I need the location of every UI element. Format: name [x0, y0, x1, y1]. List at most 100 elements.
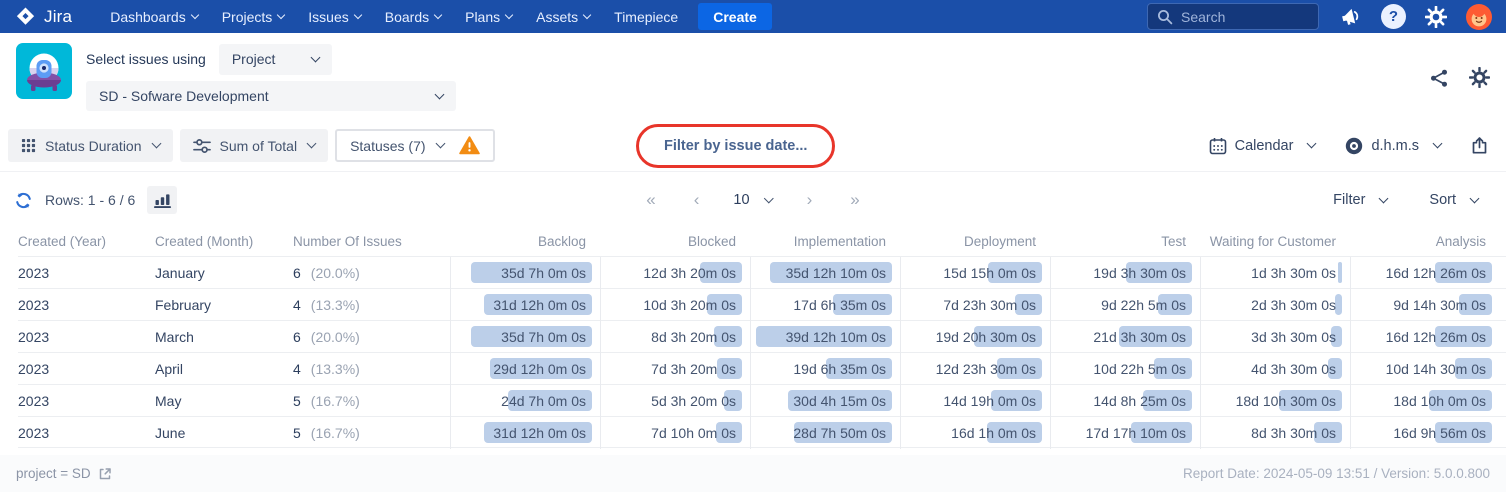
- export-button[interactable]: [1471, 136, 1488, 155]
- nav-item-projects[interactable]: Projects: [222, 9, 285, 25]
- statuses-label: Statuses (7): [350, 138, 425, 154]
- duration-cell: 12d 3h 20m 0s: [600, 257, 750, 289]
- duration-cell: 10d 14h 30m 0s: [1350, 353, 1500, 385]
- issue-count: 4: [293, 361, 301, 377]
- nav-item-label: Boards: [385, 9, 429, 25]
- jira-logo[interactable]: Jira: [14, 5, 72, 28]
- next-page-button[interactable]: ›: [803, 190, 817, 210]
- announcements-icon[interactable]: [1338, 5, 1362, 29]
- duration-value: 16d 12h 26m 0s: [1386, 329, 1486, 345]
- nav-item-dashboards[interactable]: Dashboards: [110, 9, 198, 25]
- jql-link[interactable]: project = SD: [16, 466, 112, 481]
- duration-cell: 31d 12h 0m 0s: [450, 417, 600, 449]
- sort-button[interactable]: Sort: [1429, 192, 1478, 208]
- date-filter-wrap: Filter by issue date...: [664, 137, 807, 155]
- chevron-down-icon: [307, 139, 317, 149]
- chevron-down-icon: [1379, 193, 1389, 203]
- duration-cell: 9d 14h 30m 0s: [1350, 289, 1500, 321]
- duration-cell: 14d 8h 25m 0s: [1050, 385, 1200, 417]
- chevron-down-icon: [434, 10, 442, 18]
- avatar[interactable]: [1466, 4, 1492, 30]
- duration-cell: 31d 12h 0m 0s: [450, 289, 600, 321]
- search-input[interactable]: [1181, 9, 1301, 25]
- duration-cell: 1d 3h 30m 0s: [1200, 257, 1350, 289]
- duration-value: 7d 23h 30m 0s: [943, 297, 1036, 313]
- duration-cell: 16d 12h 26m 0s: [1350, 257, 1500, 289]
- time-format-button[interactable]: d.h.m.s: [1345, 137, 1441, 155]
- report-actions: [1429, 67, 1490, 88]
- report-header: Select issues using Project SD - Sofware…: [0, 33, 1506, 121]
- duration-cell: 19d 3h 30m 0s: [1050, 257, 1200, 289]
- filter-button[interactable]: Filter: [1333, 192, 1387, 208]
- table-row: 2023March6(20.0%)35d 7h 0m 0s8d 3h 20m 0…: [18, 320, 1506, 352]
- duration-cell: 7d 3h 20m 0s: [600, 353, 750, 385]
- duration-value: 12d 3h 20m 0s: [643, 265, 736, 281]
- report-settings-gear-icon[interactable]: [1469, 67, 1490, 88]
- grid-icon: [21, 138, 36, 153]
- chart-view-button[interactable]: [147, 186, 177, 214]
- month-cell: June: [155, 417, 293, 449]
- duration-value: 10d 3h 20m 0s: [643, 297, 736, 313]
- search-box[interactable]: [1147, 3, 1319, 30]
- aggregation-button[interactable]: Sum of Total: [180, 129, 329, 162]
- duration-value: 35d 12h 10m 0s: [786, 265, 886, 281]
- duration-value: 15d 15h 0m 0s: [943, 265, 1036, 281]
- column-header: Implementation: [750, 234, 900, 249]
- last-page-button[interactable]: »: [846, 190, 863, 210]
- duration-cell: 17d 6h 35m 0s: [750, 289, 900, 321]
- nav-menu: Dashboards Projects Issues Boards Plans Asset…: [110, 9, 678, 25]
- eye-target-icon: [1345, 137, 1363, 155]
- refresh-icon[interactable]: [14, 191, 33, 210]
- column-header: Number Of Issues: [293, 234, 450, 249]
- create-button[interactable]: Create: [698, 3, 772, 30]
- duration-cell: 19d 6h 35m 0s: [750, 353, 900, 385]
- issue-source-controls: Select issues using Project SD - Sofware…: [86, 43, 456, 111]
- duration-cell: 29d 12h 0m 0s: [450, 353, 600, 385]
- first-page-button[interactable]: «: [642, 190, 659, 210]
- filter-label: Filter: [1333, 192, 1365, 208]
- duration-value: 24d 7h 0m 0s: [501, 393, 586, 409]
- report-type-button[interactable]: Status Duration: [8, 129, 173, 162]
- duration-cell: 18d 10h 0m 0s: [1350, 385, 1500, 417]
- nav-item-boards[interactable]: Boards: [385, 9, 441, 25]
- statuses-button[interactable]: Statuses (7): [335, 129, 494, 162]
- duration-value: 5d 3h 20m 0s: [651, 393, 736, 409]
- duration-cell: 35d 12h 10m 0s: [750, 257, 900, 289]
- duration-value: 12d 23h 30m 0s: [936, 361, 1036, 377]
- nav-item-label: Timepiece: [614, 9, 678, 25]
- duration-cell: 10d 22h 5m 0s: [1050, 353, 1200, 385]
- issue-source-dropdown[interactable]: Project: [219, 44, 332, 75]
- duration-value: 16d 1h 0m 0s: [951, 425, 1036, 441]
- nav-item-timepiece[interactable]: Timepiece: [614, 9, 678, 25]
- duration-value: 21d 3h 30m 0s: [1093, 329, 1186, 345]
- nav-item-issues[interactable]: Issues: [308, 9, 360, 25]
- report-type-label: Status Duration: [45, 138, 142, 154]
- duration-value: 14d 19h 0m 0s: [943, 393, 1036, 409]
- chevron-down-icon: [151, 139, 161, 149]
- share-icon[interactable]: [1429, 68, 1449, 88]
- nav-item-plans[interactable]: Plans: [465, 9, 512, 25]
- duration-value: 19d 6h 35m 0s: [793, 361, 886, 377]
- nav-item-assets[interactable]: Assets: [536, 9, 590, 25]
- pagination-controls: « ‹ 10 › »: [642, 190, 863, 210]
- chevron-down-icon: [435, 139, 445, 149]
- duration-value: 19d 3h 30m 0s: [1093, 265, 1186, 281]
- year-cell: 2023: [18, 321, 155, 353]
- gear-icon[interactable]: [1425, 6, 1447, 28]
- nav-item-label: Assets: [536, 9, 578, 25]
- page-size-select[interactable]: 10: [733, 192, 772, 208]
- year-cell: 2023: [18, 385, 155, 417]
- issue-count-cell: 4(13.3%): [293, 289, 450, 321]
- calendar-view-button[interactable]: Calendar: [1209, 137, 1316, 155]
- nav-item-label: Plans: [465, 9, 500, 25]
- duration-cell: 28d 7h 50m 0s: [750, 417, 900, 449]
- help-icon[interactable]: ?: [1381, 4, 1406, 29]
- project-dropdown[interactable]: SD - Sofware Development: [86, 81, 456, 111]
- month-cell: March: [155, 321, 293, 353]
- date-filter-button[interactable]: Filter by issue date...: [664, 138, 807, 154]
- column-header: Waiting for Customer: [1200, 234, 1350, 249]
- prev-page-button[interactable]: ‹: [690, 190, 704, 210]
- jql-text: project = SD: [16, 466, 91, 481]
- issue-count-cell: 5(16.7%): [293, 385, 450, 417]
- duration-cell: 9d 22h 5m 0s: [1050, 289, 1200, 321]
